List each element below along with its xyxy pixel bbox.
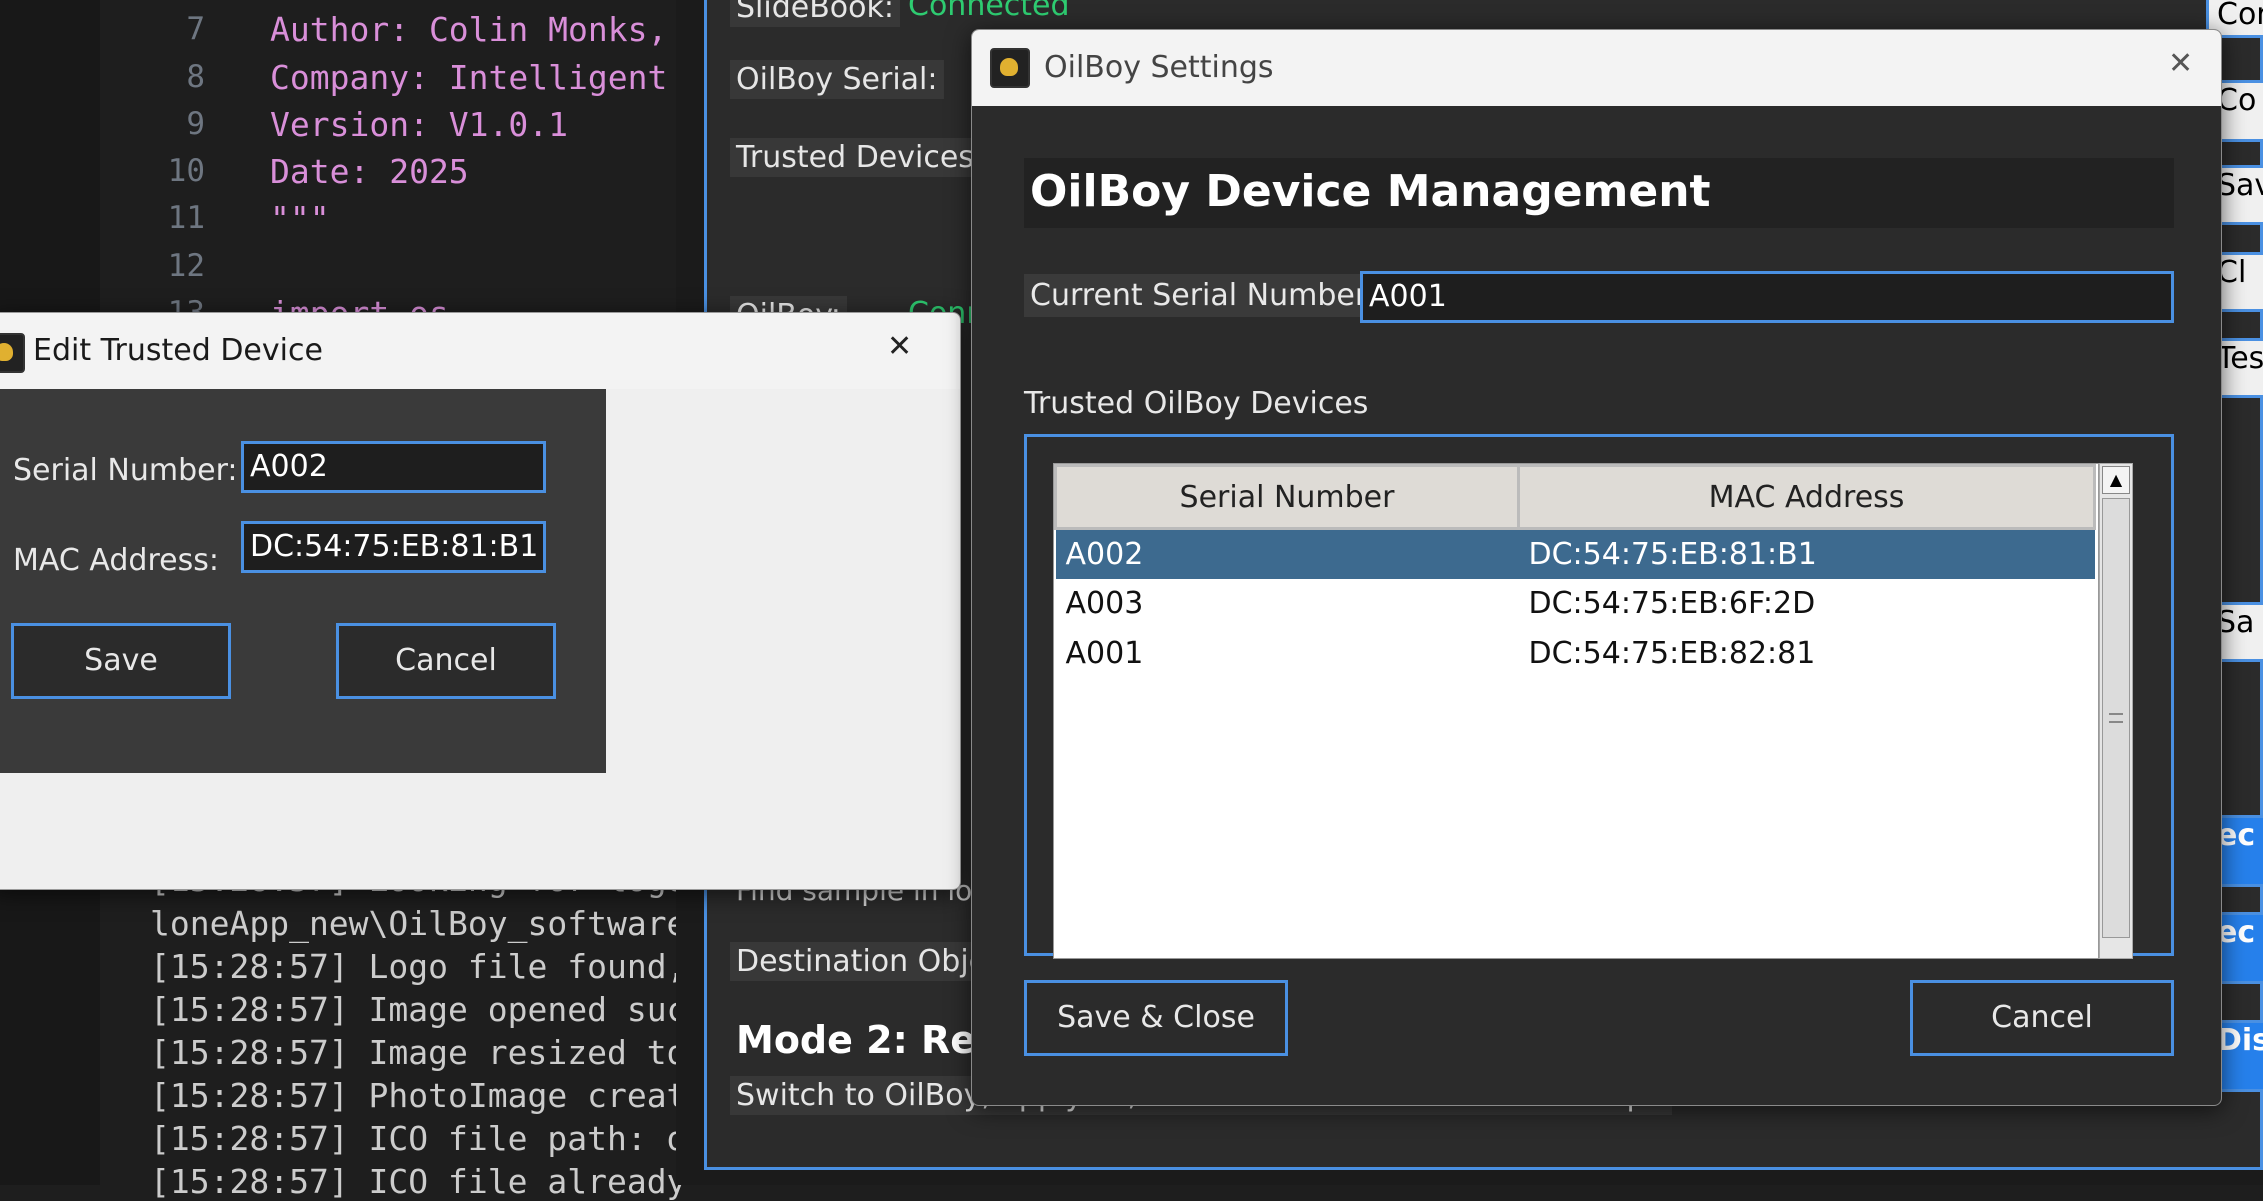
settings-dialog-title: OilBoy Settings <box>1044 50 1274 85</box>
line-number: 11 <box>167 200 205 236</box>
trusted-devices-frame: Serial Number MAC Address A002 DC:54:75:… <box>1024 434 2174 959</box>
trusted-devices-label: Trusted Devices: <box>730 138 991 177</box>
table-header: Serial Number MAC Address <box>1054 464 2096 530</box>
log-line: [15:28:57] ICO file already <box>150 1162 687 1201</box>
close-icon[interactable]: ✕ <box>887 329 912 364</box>
table-row[interactable]: A003 DC:54:75:EB:6F:2D <box>1056 579 2095 629</box>
mac-cell: DC:54:75:EB:6F:2D <box>1528 586 1816 621</box>
code-line: """ <box>270 199 330 238</box>
serial-number-label: Serial Number: <box>7 449 244 492</box>
current-serial-input[interactable]: A001 <box>1360 271 2174 323</box>
scrollbar-thumb[interactable] <box>2102 498 2130 938</box>
slidebook-status: Connected <box>908 0 1070 23</box>
save-close-button[interactable]: Save & Close <box>1024 980 1288 1056</box>
app-icon <box>990 48 1030 88</box>
slidebook-label: SlideBook: <box>730 0 900 27</box>
edit-dialog-body: Serial Number: A002 MAC Address: DC:54:7… <box>0 389 606 773</box>
serial-cell: A001 <box>1065 636 1144 671</box>
table-row[interactable]: A002 DC:54:75:EB:81:B1 <box>1055 528 2095 579</box>
serial-number-input[interactable]: A002 <box>241 441 546 493</box>
edit-trusted-device-dialog: Edit Trusted Device ✕ Serial Number: A00… <box>0 312 961 890</box>
edit-dialog-title: Edit Trusted Device <box>33 333 323 368</box>
devices-table: Serial Number MAC Address A002 DC:54:75:… <box>1054 464 2096 679</box>
close-icon[interactable]: ✕ <box>2168 46 2193 81</box>
edit-dialog-titlebar: Edit Trusted Device ✕ <box>0 313 960 389</box>
log-line: [15:28:57] PhotoImage create <box>150 1076 707 1115</box>
mac-address-input[interactable]: DC:54:75:EB:81:B1 <box>241 521 546 573</box>
grip-icon <box>2109 713 2123 723</box>
log-line: [15:28:57] Logo file found, <box>150 947 687 986</box>
line-number: 9 <box>186 106 205 142</box>
current-serial-label: Current Serial Number: <box>1024 274 1383 317</box>
scroll-up-arrow-icon[interactable]: ▲ <box>2102 466 2130 494</box>
destination-label: Destination Objec <box>730 942 1010 981</box>
mac-cell: DC:54:75:EB:82:81 <box>1528 636 1816 671</box>
serial-cell: A003 <box>1065 586 1144 621</box>
code-line: Company: Intelligent <box>270 58 668 97</box>
table-row[interactable]: A001 DC:54:75:EB:82:81 <box>1056 629 2095 679</box>
column-header-serial[interactable]: Serial Number <box>1054 464 1520 530</box>
save-button[interactable]: Save <box>11 623 231 699</box>
line-number: 12 <box>167 248 205 284</box>
settings-dialog-titlebar: OilBoy Settings ✕ <box>972 30 2221 106</box>
line-number: 10 <box>167 153 205 189</box>
serial-cell: A002 <box>1065 536 1144 572</box>
vertical-scrollbar[interactable]: ▲ <box>2099 463 2133 959</box>
cancel-button[interactable]: Cancel <box>1910 980 2174 1056</box>
terminal-log: [15:28:57] Looking for logo loneApp_new\… <box>150 860 706 1201</box>
heading-bar: OilBoy Device Management <box>1024 158 2174 228</box>
devices-table-container: Serial Number MAC Address A002 DC:54:75:… <box>1053 463 2099 959</box>
trusted-devices-section-label: Trusted OilBoy Devices <box>1024 386 1369 421</box>
log-line: [15:28:57] Image resized to <box>150 1033 687 1072</box>
app-icon <box>0 333 25 373</box>
line-number: 7 <box>186 11 205 47</box>
mac-address-label: MAC Address: <box>7 539 225 582</box>
page-title: OilBoy Device Management <box>1030 166 1711 217</box>
code-line: Date: 2025 <box>270 152 469 191</box>
code-line: Author: Colin Monks, <box>270 10 668 49</box>
mac-cell: DC:54:75:EB:81:B1 <box>1528 536 1817 572</box>
log-line: [15:28:57] Image opened succ <box>150 990 707 1029</box>
line-number: 8 <box>186 59 205 95</box>
log-line: [15:28:57] ICO file path: oi <box>150 1119 707 1158</box>
code-line: Version: V1.0.1 <box>270 105 569 144</box>
column-header-mac[interactable]: MAC Address <box>1517 464 2096 530</box>
log-line: loneApp_new\OilBoy_software <box>150 904 687 943</box>
cancel-button[interactable]: Cancel <box>336 623 556 699</box>
oilboy-serial-label: OilBoy Serial: <box>730 60 944 99</box>
oilboy-settings-dialog: OilBoy Settings ✕ OilBoy Device Manageme… <box>971 29 2222 1106</box>
